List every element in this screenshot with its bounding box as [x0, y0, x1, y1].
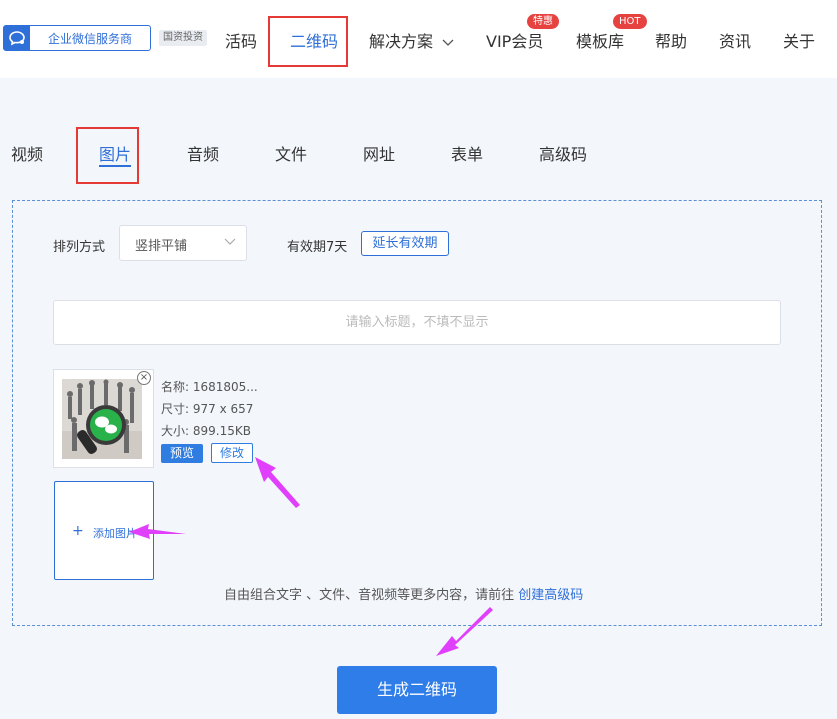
edit-image-button[interactable]: 修改 — [211, 443, 253, 463]
image-dimensions: 尺寸: 977 x 657 — [161, 402, 254, 416]
nav-item-vip[interactable]: VIP会员 — [486, 28, 543, 52]
nav-item-huoma[interactable]: 活码 — [225, 28, 257, 52]
nav-item-news[interactable]: 资讯 — [719, 28, 751, 52]
tab-advanced-code[interactable]: 高级码 — [539, 141, 587, 165]
add-image-button[interactable]: + 添加图片 — [54, 481, 154, 580]
plus-icon: + — [72, 523, 84, 539]
validity-text: 有效期7天 — [287, 240, 348, 255]
image-name: 名称: 1681805... — [161, 380, 258, 394]
active-tab-indicator — [99, 165, 131, 167]
tab-form[interactable]: 表单 — [451, 141, 483, 165]
state-investment-tag: 国资投资 — [159, 30, 207, 46]
tab-video[interactable]: 视频 — [11, 141, 43, 165]
nav-item-templates[interactable]: 模板库 — [576, 28, 624, 52]
vip-promo-badge: 特惠 — [527, 14, 559, 29]
nav-item-about[interactable]: 关于 — [783, 28, 815, 52]
tab-url[interactable]: 网址 — [363, 141, 395, 165]
brand-logo[interactable]: 企业微信服务商 — [3, 25, 151, 51]
create-advanced-code-link[interactable]: 创建高级码 — [518, 588, 583, 603]
nav-item-solutions[interactable]: 解决方案 — [369, 28, 454, 52]
nav-item-help[interactable]: 帮助 — [655, 28, 687, 52]
tab-file[interactable]: 文件 — [275, 141, 307, 165]
templates-hot-badge: HOT — [613, 14, 647, 29]
generate-qrcode-button[interactable]: 生成二维码 — [337, 666, 497, 714]
top-header: 企业微信服务商 国资投资 活码 二维码 解决方案 VIP会员 特惠 模板库 HO… — [0, 0, 837, 78]
extend-validity-button[interactable]: 延长有效期 — [361, 231, 449, 256]
tab-image[interactable]: 图片 — [99, 141, 131, 165]
chevron-down-icon — [442, 39, 454, 46]
arrange-select[interactable]: 竖排平铺 — [119, 225, 247, 261]
chat-bubble-icon — [4, 26, 30, 50]
add-image-label: 添加图片 — [93, 527, 137, 540]
image-filesize: 大小: 899.15KB — [161, 424, 251, 438]
advanced-code-hint: 自由组合文字 、文件、音视频等更多内容，请前往 创建高级码 — [224, 584, 583, 603]
arrange-label: 排列方式 — [53, 240, 106, 255]
image-thumbnail[interactable] — [62, 379, 142, 459]
title-input[interactable] — [53, 300, 781, 345]
tab-audio[interactable]: 音频 — [187, 141, 219, 165]
nav-solutions-label: 解决方案 — [369, 32, 434, 51]
brand-text: 企业微信服务商 — [47, 31, 132, 46]
highlight-box-qrcode-nav — [268, 16, 348, 67]
preview-button[interactable]: 预览 — [161, 444, 203, 463]
remove-image-icon[interactable]: × — [137, 371, 151, 385]
arrange-select-value: 竖排平铺 — [135, 239, 188, 254]
chevron-down-icon — [224, 238, 236, 245]
hint-text: 自由组合文字 、文件、音视频等更多内容，请前往 — [224, 588, 519, 603]
